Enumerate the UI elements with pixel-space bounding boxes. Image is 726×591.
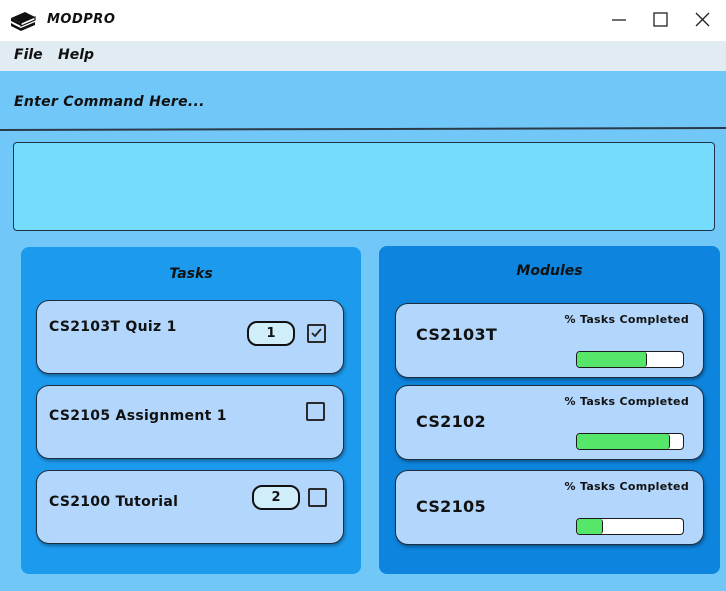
progress-label: % Tasks Completed bbox=[564, 313, 689, 326]
progress-bar bbox=[576, 433, 684, 450]
command-input[interactable]: Enter Command Here... bbox=[14, 94, 205, 110]
module-code: CS2102 bbox=[416, 412, 486, 431]
module-card[interactable]: CS2102 % Tasks Completed bbox=[395, 385, 704, 460]
module-card[interactable]: CS2105 % Tasks Completed bbox=[395, 470, 704, 545]
progress-fill bbox=[577, 519, 604, 534]
tasks-panel: Tasks CS2103T Quiz 1 1 CS2105 Assignment… bbox=[21, 247, 361, 574]
task-name: CS2105 Assignment 1 bbox=[49, 408, 227, 424]
title-bar: MODPRO bbox=[0, 0, 726, 41]
progress-label: % Tasks Completed bbox=[564, 395, 689, 408]
result-display bbox=[13, 142, 715, 231]
progress-bar bbox=[576, 518, 684, 535]
progress-fill bbox=[577, 352, 647, 367]
task-name: CS2100 Tutorial bbox=[49, 494, 179, 510]
menu-file[interactable]: File bbox=[14, 47, 43, 63]
close-icon[interactable] bbox=[688, 8, 718, 32]
app-title: MODPRO bbox=[47, 12, 116, 27]
progress-bar bbox=[576, 351, 684, 368]
tasks-title: Tasks bbox=[169, 266, 213, 282]
maximize-icon[interactable] bbox=[646, 8, 676, 32]
module-code: CS2103T bbox=[416, 325, 498, 344]
task-checkbox[interactable] bbox=[308, 488, 327, 507]
module-code: CS2105 bbox=[416, 497, 486, 516]
task-count-badge: 2 bbox=[252, 485, 300, 510]
books-icon bbox=[11, 12, 36, 31]
task-checkbox[interactable] bbox=[307, 324, 326, 343]
menu-help[interactable]: Help bbox=[58, 47, 94, 63]
task-name: CS2103T Quiz 1 bbox=[49, 319, 177, 335]
progress-label: % Tasks Completed bbox=[564, 480, 689, 493]
modules-panel: Modules CS2103T % Tasks Completed CS2102… bbox=[379, 246, 720, 574]
task-card[interactable]: CS2100 Tutorial 2 bbox=[36, 470, 344, 544]
task-card[interactable]: CS2103T Quiz 1 1 bbox=[36, 300, 344, 374]
task-count-badge: 1 bbox=[247, 321, 295, 346]
module-card[interactable]: CS2103T % Tasks Completed bbox=[395, 303, 704, 378]
checkmark-icon bbox=[311, 328, 322, 338]
menu-bar: File Help bbox=[0, 41, 726, 71]
progress-fill bbox=[577, 434, 671, 449]
modules-title: Modules bbox=[516, 263, 583, 279]
task-checkbox[interactable] bbox=[306, 402, 325, 421]
minimize-icon[interactable] bbox=[604, 8, 634, 32]
task-card[interactable]: CS2105 Assignment 1 bbox=[36, 385, 344, 459]
